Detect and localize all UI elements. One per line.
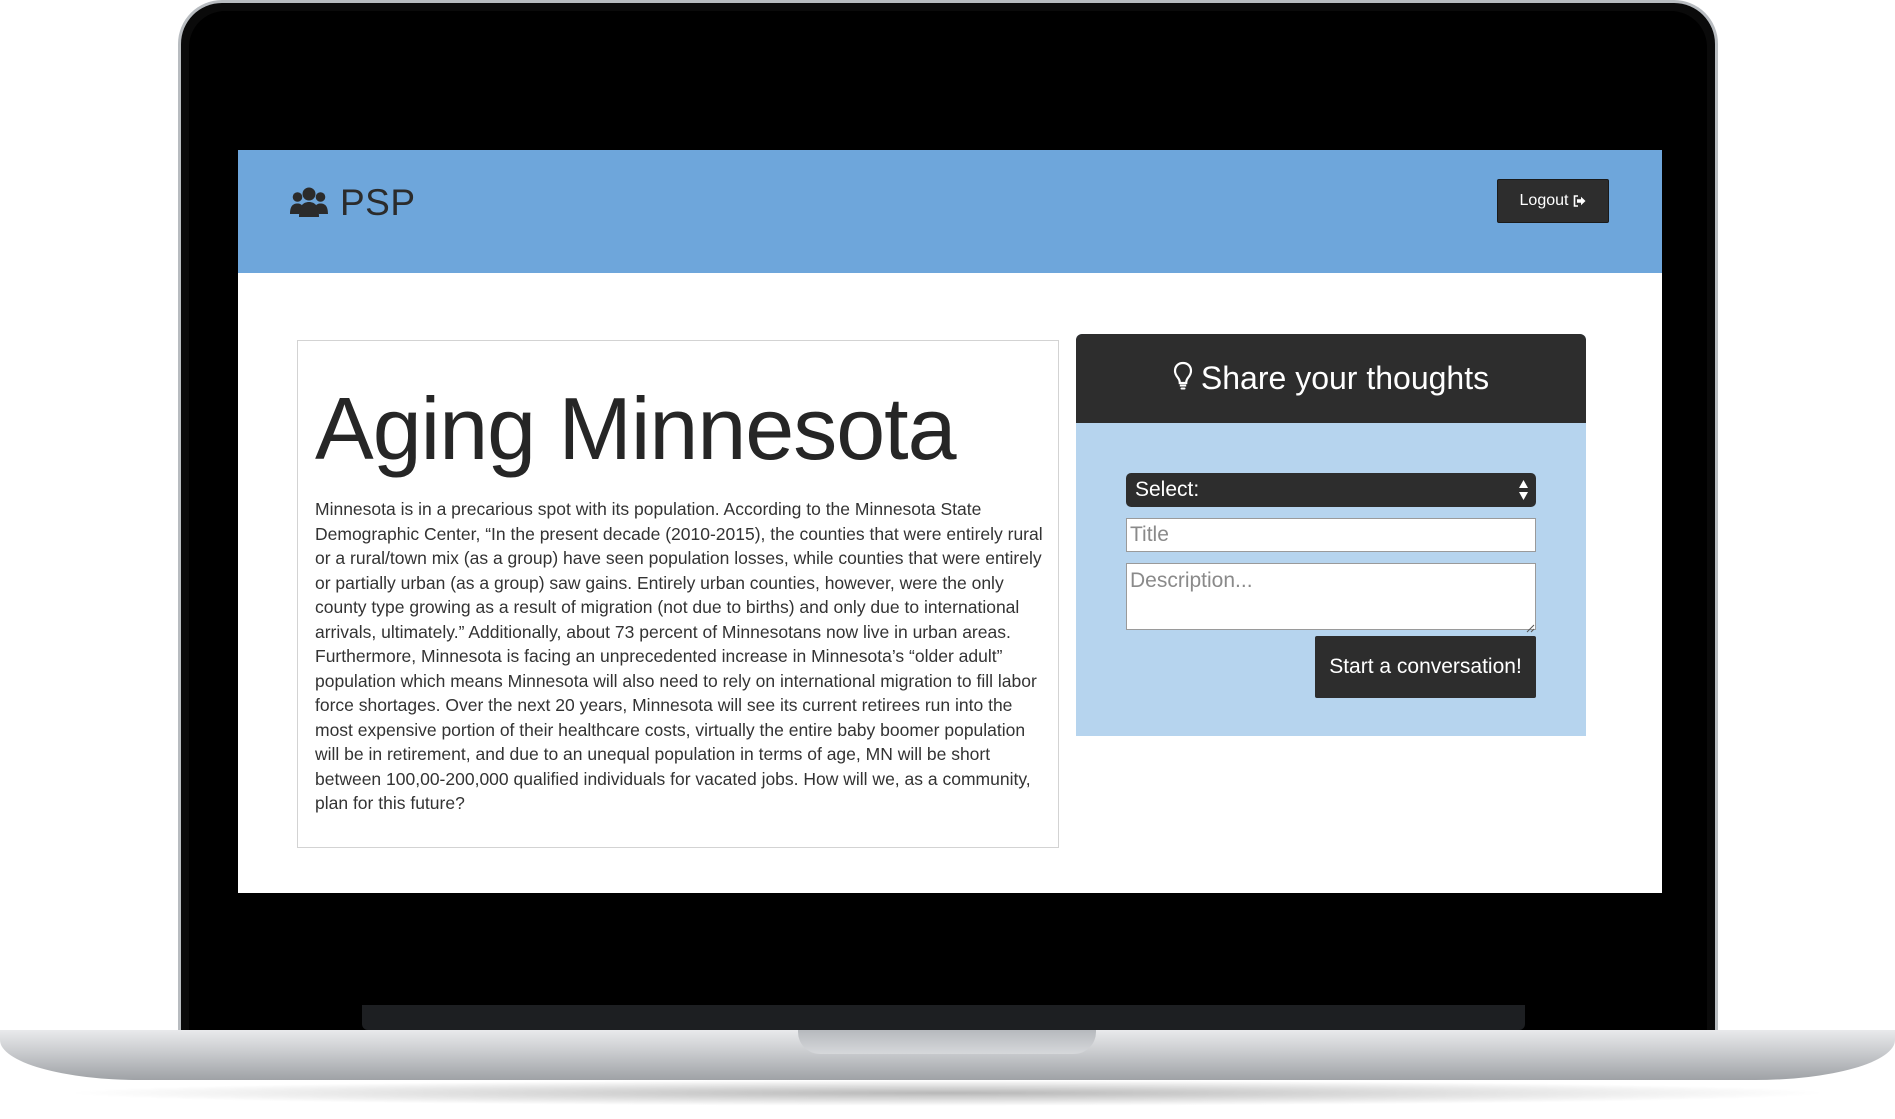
device-mockup: PSP Logout Aging Minnesota Minnesota is … [0,0,1895,1119]
article-title: Aging Minnesota [315,379,957,478]
laptop-hinge [362,1005,1525,1030]
start-conversation-button[interactable]: Start a conversation! [1315,636,1536,698]
share-title: Share your thoughts [1200,360,1490,396]
share-panel: Share your thoughts Select: Start a co [1076,334,1586,736]
logout-label: Logout [1519,192,1569,209]
navbar: PSP Logout [238,150,1662,273]
lightbulb-icon [1173,361,1193,396]
topic-select[interactable]: Select: [1126,473,1536,507]
brand[interactable]: PSP [290,182,416,224]
laptop-notch [798,1030,1096,1054]
screen: PSP Logout Aging Minnesota Minnesota is … [238,150,1662,893]
brand-name: PSP [340,182,416,223]
share-header: Share your thoughts [1076,334,1586,423]
users-icon [290,186,328,220]
article-card: Aging Minnesota Minnesota is in a precar… [297,340,1059,848]
logout-button[interactable]: Logout [1497,179,1609,223]
title-input[interactable] [1126,518,1536,552]
select-arrows-icon [1518,478,1529,508]
description-input[interactable] [1126,563,1536,630]
select-value: Select: [1135,478,1200,501]
laptop-shadow [60,1080,1835,1106]
article-body: Minnesota is in a precarious spot with i… [315,499,1043,813]
sign-out-icon [1573,195,1586,207]
